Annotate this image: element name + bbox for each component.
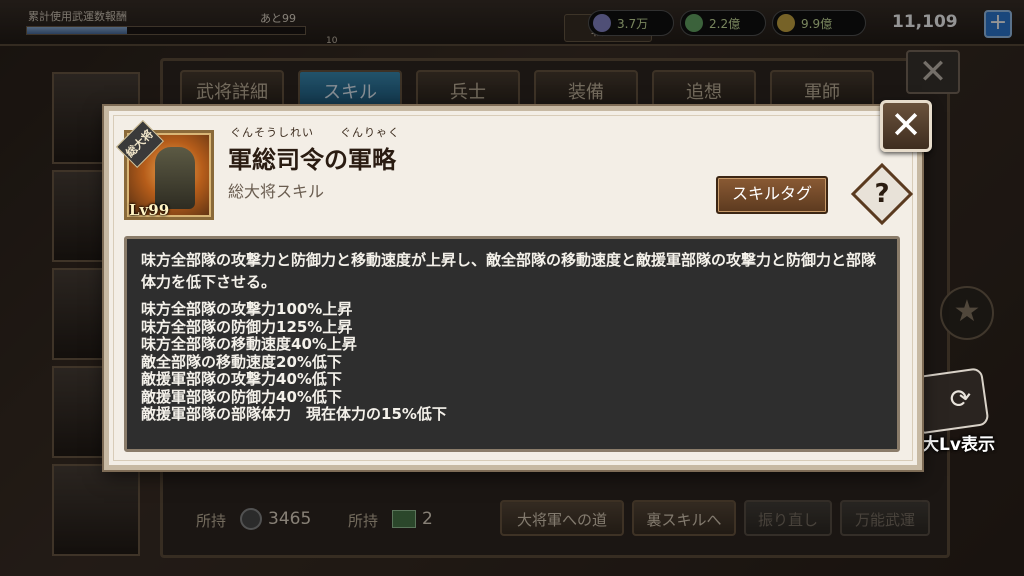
skill-effect-item: 味方全部隊の攻撃力100%上昇 <box>141 300 353 318</box>
skill-effect-item: 敵援軍部隊の防御力40%低下 <box>141 387 342 406</box>
armored-general-icon <box>155 147 195 209</box>
skill-name-ruby-2: ぐんりゃく <box>340 126 400 139</box>
skill-effect-item: 敵援軍部隊の部隊体力 現在体力の15%低下 <box>141 405 447 423</box>
skill-effect-list: 味方全部隊の攻撃力100%上昇 味方全部隊の防御力125%上昇 味方全部隊の移動… <box>141 300 883 424</box>
skill-name: 軍総司令の軍略 <box>228 145 396 174</box>
skill-description-box: 味方全部隊の攻撃力と防御力と移動速度が上昇し、敵全部隊の移動速度と敵援軍部隊の攻… <box>124 236 900 452</box>
skill-effect-item: 敵援軍部隊の攻撃力40%低下 <box>141 370 342 388</box>
skill-description: 味方全部隊の攻撃力と防御力と移動速度が上昇し、敵全部隊の移動速度と敵援軍部隊の攻… <box>141 251 877 291</box>
skill-type: 総大将スキル <box>228 182 325 201</box>
skill-name-ruby-1: ぐんそうしれい <box>230 126 314 139</box>
skill-level: Lv99 <box>129 201 170 219</box>
skill-effect-item: 味方全部隊の移動速度40%上昇 <box>141 335 357 353</box>
question-icon: ? <box>874 179 890 209</box>
close-button[interactable]: ✕ <box>880 100 932 152</box>
skill-icon: 総大将 Lv99 <box>115 119 214 220</box>
skill-effect-item: 敵全部隊の移動速度20%低下 <box>141 352 342 371</box>
close-icon: ✕ <box>890 103 922 147</box>
skill-tag-button[interactable]: スキルタグ <box>716 176 828 214</box>
skill-effect-item: 味方全部隊の防御力125%上昇 <box>141 317 353 336</box>
